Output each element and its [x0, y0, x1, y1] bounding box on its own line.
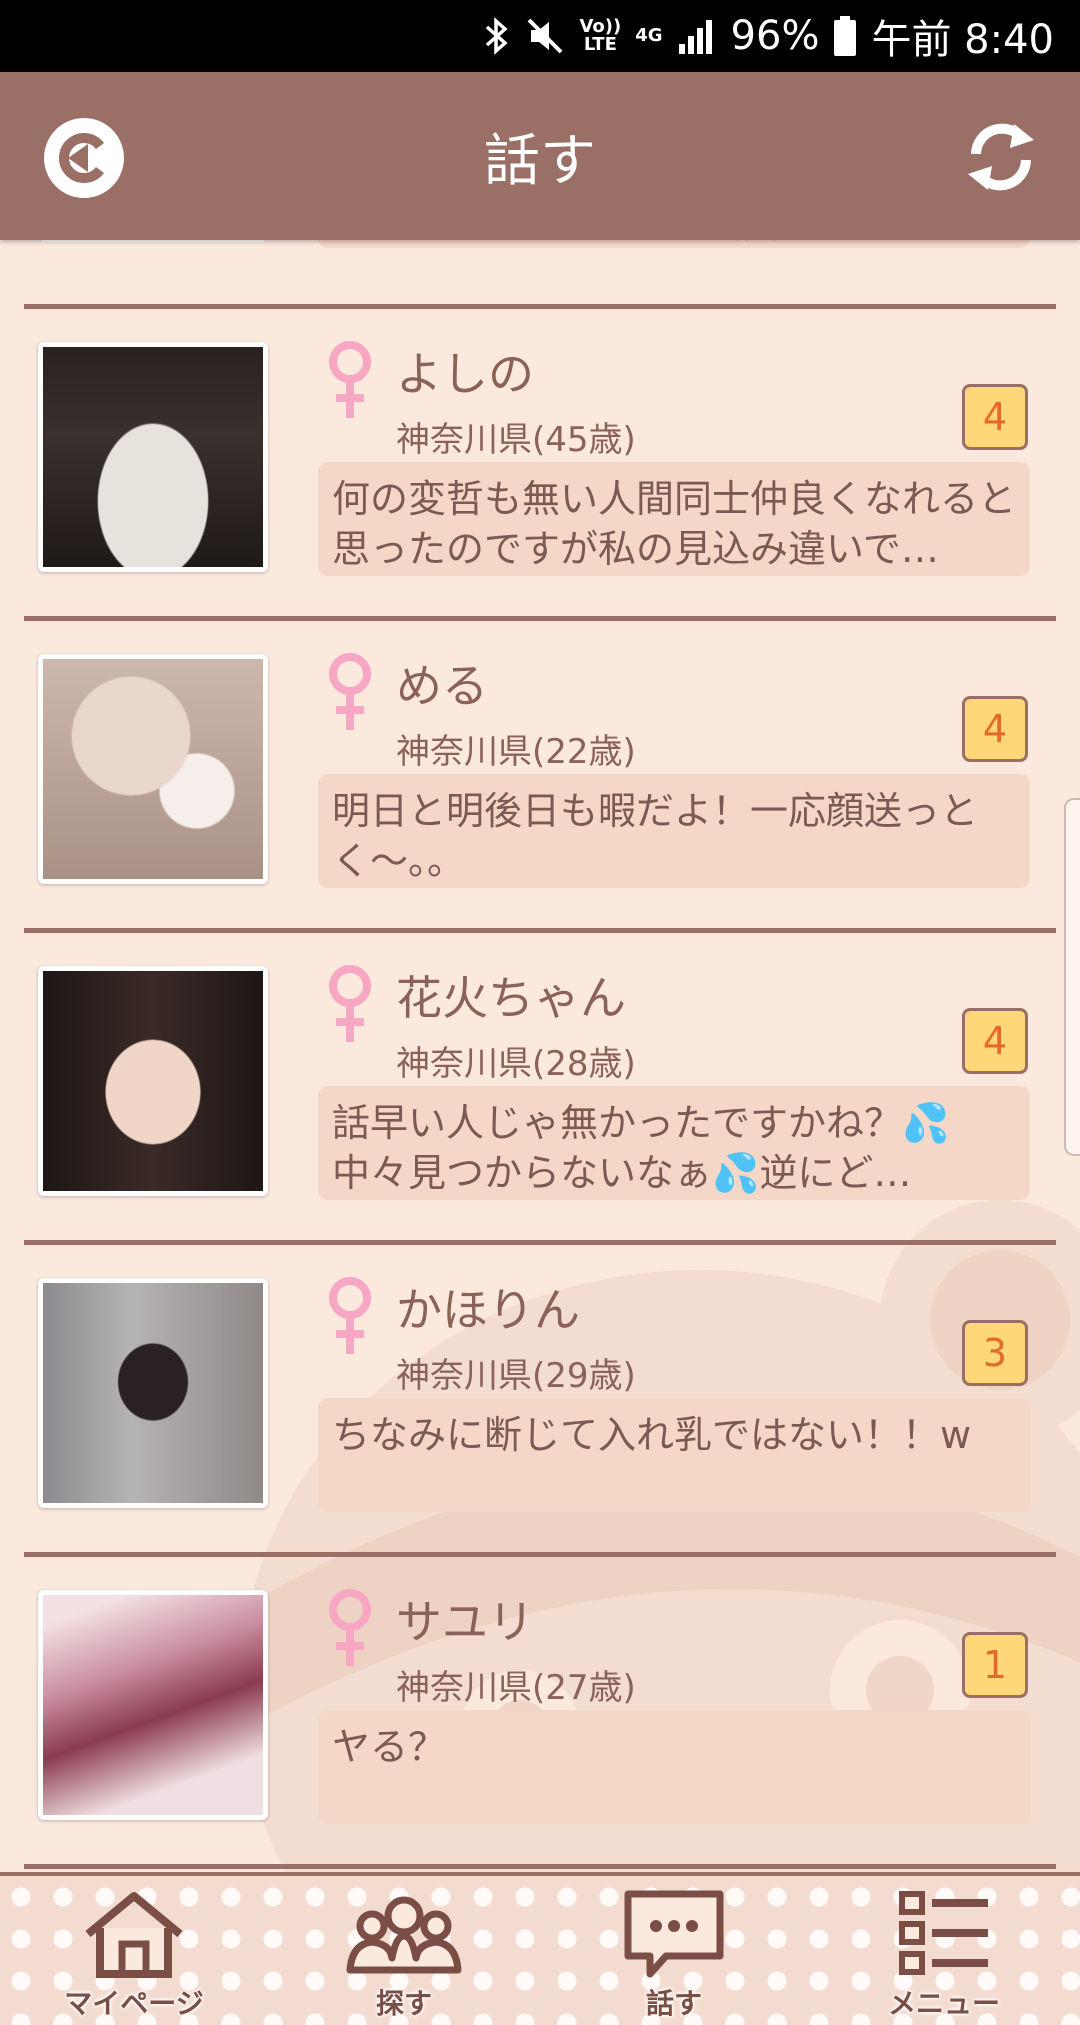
avatar[interactable] — [38, 1590, 268, 1820]
signal-icon — [677, 11, 717, 61]
list-item[interactable]: かほりん 神奈川県(29歳) 3 ちなみに断じて入れ乳ではない！！w — [0, 1244, 1080, 1556]
list-item[interactable]: サユリ 神奈川県(27歳) 1 ヤる？ — [0, 1556, 1080, 1868]
user-name: 花火ちゃん — [396, 971, 626, 1025]
unread-badge: 3 — [962, 1320, 1028, 1386]
user-name: よしの — [396, 347, 534, 401]
home-icon — [85, 1892, 183, 1978]
user-name: かほりん — [396, 1283, 580, 1337]
refresh-button[interactable] — [958, 114, 1044, 200]
scrollbar[interactable] — [1064, 798, 1080, 1156]
message-text: はぐでかりそんな感じの服職町ですか… — [332, 240, 980, 248]
page-title: 話す — [484, 128, 596, 194]
nav-label: 探す — [375, 1987, 432, 2020]
user-location-age: 神奈川県(45歳) — [396, 420, 636, 460]
battery-icon — [833, 11, 857, 61]
clock: 午前 8:40 — [871, 17, 1054, 63]
chat-icon — [624, 1890, 724, 1978]
nav-talk[interactable]: 話す — [574, 1876, 774, 2025]
avatar-photo — [43, 347, 263, 567]
user-name: サユリ — [396, 1595, 534, 1649]
avatar[interactable] — [38, 342, 268, 572]
female-icon — [329, 1277, 371, 1354]
nav-menu[interactable]: メニュー — [844, 1876, 1044, 2025]
unread-badge: 4 — [962, 1008, 1028, 1074]
user-location-age: 神奈川県(22歳) — [396, 732, 636, 772]
volte-indicator: Vo)) LTE — [579, 11, 621, 61]
conversation-list[interactable]: はぐでかりそんな感じの服職町ですか… よしの 神奈川県(45歳) 4 何の変哲も… — [0, 240, 1080, 1872]
people-icon — [346, 1896, 462, 1974]
unread-badge: 1 — [962, 1632, 1028, 1698]
message-preview: ちなみに断じて入れ乳ではない！！w — [318, 1398, 1030, 1512]
avatar-photo — [43, 1595, 263, 1815]
female-icon — [329, 1589, 371, 1666]
bottom-navigation: マイページ 探す 話す メニュー — [0, 1872, 1080, 2025]
unread-badge: 4 — [962, 696, 1028, 762]
menu-list-icon — [899, 1891, 988, 1975]
list-item[interactable]: よしの 神奈川県(45歳) 4 何の変哲も無い人間同士仲良くなれると思ったのです… — [0, 308, 1080, 620]
avatar[interactable] — [38, 966, 268, 1196]
female-icon — [329, 653, 371, 730]
network-type: 4G — [635, 25, 663, 46]
user-location-age: 神奈川県(29歳) — [396, 1356, 636, 1396]
female-icon — [329, 965, 371, 1042]
nav-label: 話す — [645, 1987, 702, 2020]
unread-badge: 4 — [962, 384, 1028, 450]
app-header: 話す — [0, 72, 1080, 240]
status-bar: Vo)) LTE 4G 96% 午前 8:40 — [0, 0, 1080, 72]
bluetooth-icon — [483, 11, 511, 61]
nav-search[interactable]: 探す — [304, 1876, 504, 2025]
divider — [24, 1864, 1056, 1869]
message-preview: はぐでかりそんな感じの服職町ですか… — [318, 240, 1030, 248]
avatar — [42, 240, 264, 242]
mute-icon — [525, 11, 565, 61]
message-preview: 明日と明後日も暇だよ！一応顔送っとく〜。。 — [318, 774, 1030, 888]
nav-mypage[interactable]: マイページ — [34, 1876, 234, 2025]
list-item[interactable]: める 神奈川県(22歳) 4 明日と明後日も暇だよ！一応顔送っとく〜。。 — [0, 620, 1080, 932]
volte-bottom: LTE — [583, 34, 617, 55]
user-name: める — [396, 659, 488, 713]
message-preview: ヤる？ — [318, 1710, 1030, 1824]
avatar-photo — [43, 659, 263, 879]
battery-percent: 96% — [730, 13, 820, 59]
list-item[interactable]: 花火ちゃん 神奈川県(28歳) 4 話早い人じゃ無かったですかね？💦中々見つから… — [0, 932, 1080, 1244]
refresh-icon — [968, 123, 1034, 191]
user-location-age: 神奈川県(28歳) — [396, 1044, 636, 1084]
user-location-age: 神奈川県(27歳) — [396, 1668, 636, 1708]
message-preview: 話早い人じゃ無かったですかね？💦中々見つからないなぁ💦逆にど… — [318, 1086, 1030, 1200]
avatar[interactable] — [38, 1278, 268, 1508]
female-icon — [329, 341, 371, 418]
avatar[interactable] — [38, 654, 268, 884]
avatar-photo — [43, 971, 263, 1191]
nav-label: メニュー — [887, 1987, 1000, 2020]
list-item[interactable]: はぐでかりそんな感じの服職町ですか… — [0, 240, 1080, 280]
avatar-photo — [43, 1283, 263, 1503]
nav-label: マイページ — [64, 1987, 204, 2020]
message-preview: 何の変哲も無い人間同士仲良くなれると思ったのですが私の見込み違いで… — [318, 462, 1030, 576]
